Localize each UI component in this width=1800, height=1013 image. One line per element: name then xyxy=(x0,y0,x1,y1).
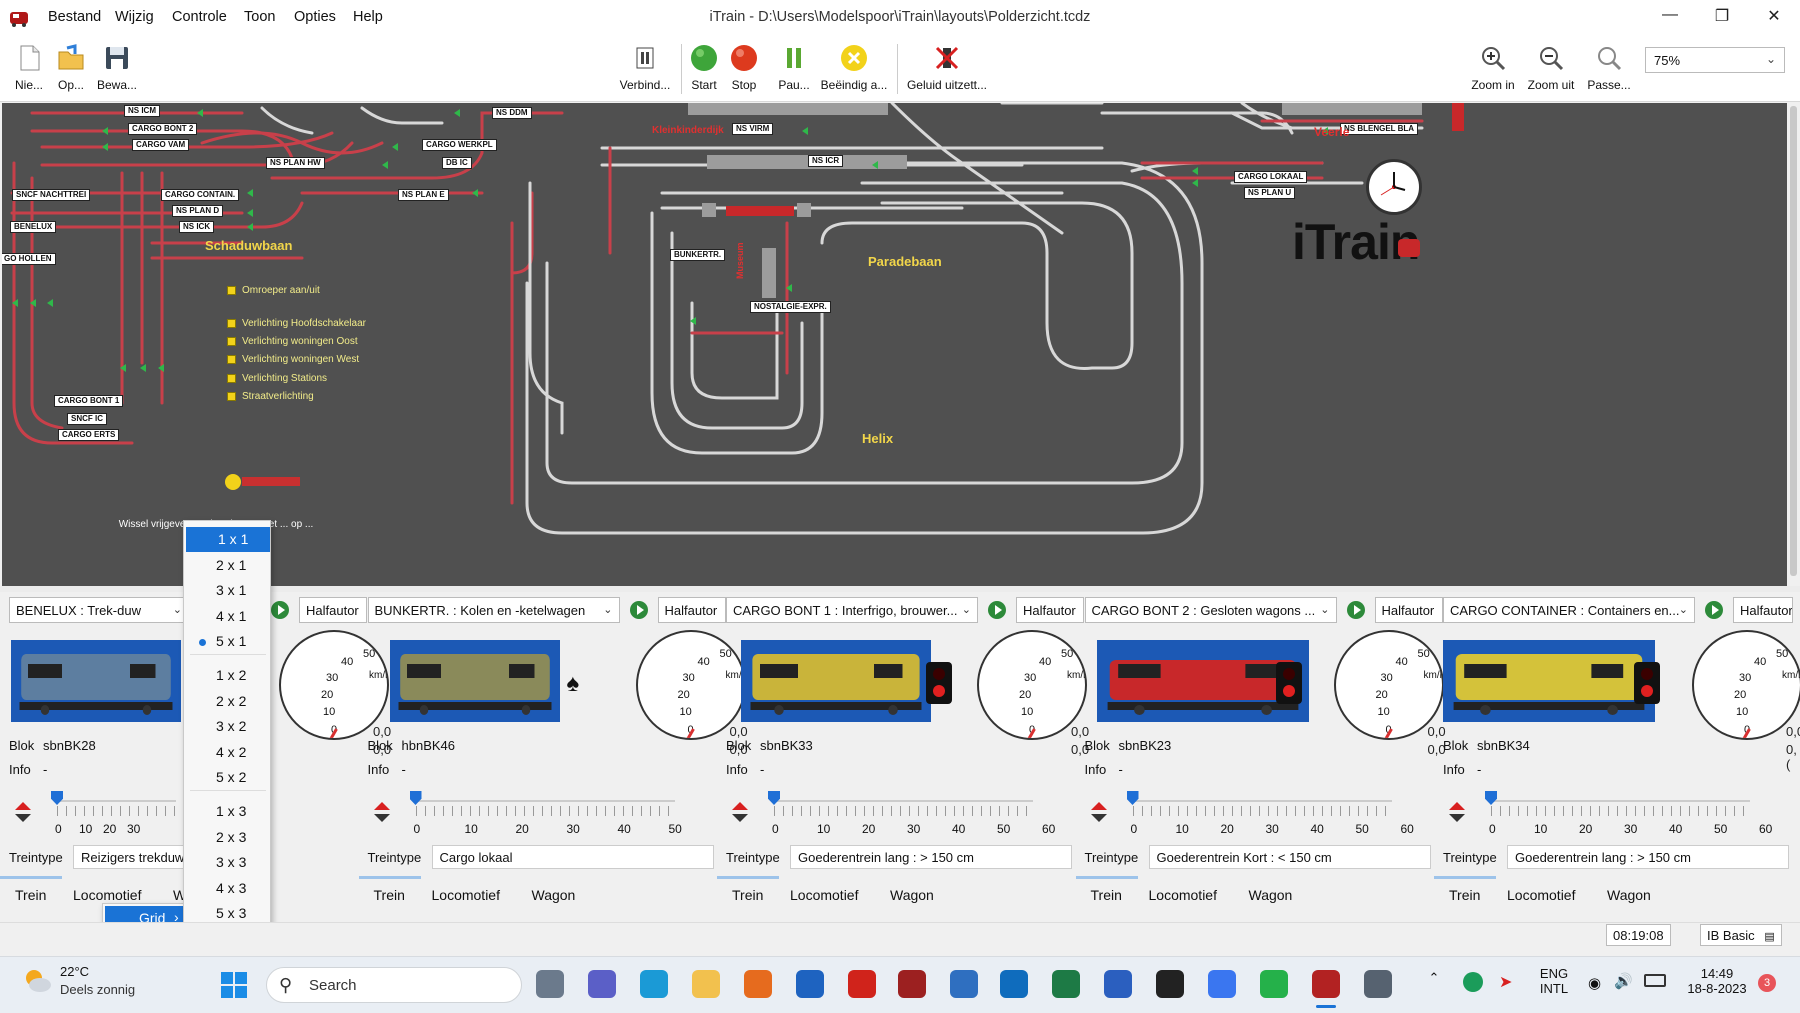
defender-icon[interactable] xyxy=(796,970,824,998)
whatsapp-icon[interactable] xyxy=(1260,970,1288,998)
terminal-icon[interactable] xyxy=(1156,970,1184,998)
volume-icon[interactable]: 🔊 xyxy=(1614,972,1633,990)
clock-date: 18-8-2023 xyxy=(1687,981,1747,996)
keyboard-layout: INTL xyxy=(1539,981,1569,996)
excel-icon[interactable] xyxy=(1052,970,1080,998)
taskbar-apps xyxy=(0,0,1800,1013)
itrain-active-icon[interactable] xyxy=(1312,970,1340,998)
language-code: ENG xyxy=(1539,966,1569,981)
task-view-icon[interactable] xyxy=(536,970,564,998)
file-explorer-icon[interactable] xyxy=(692,970,720,998)
active-app-indicator xyxy=(1316,1005,1336,1008)
battery-icon[interactable] xyxy=(1644,974,1666,987)
notification-badge[interactable]: 3 xyxy=(1758,974,1776,992)
wifi-icon[interactable]: ◉ xyxy=(1588,974,1601,992)
settings-icon[interactable] xyxy=(1364,970,1392,998)
signal-icon[interactable] xyxy=(1208,970,1236,998)
security-tray-icon[interactable] xyxy=(1463,972,1483,992)
mail-icon[interactable] xyxy=(950,970,978,998)
firefox-icon[interactable] xyxy=(744,970,772,998)
tray-overflow-icon[interactable]: ⌃ xyxy=(1424,970,1444,986)
pdf-reader-icon[interactable] xyxy=(848,970,876,998)
language-indicator[interactable]: ENG INTL xyxy=(1534,966,1574,996)
teams-chat-icon[interactable] xyxy=(588,970,616,998)
clock-time: 14:49 xyxy=(1700,966,1734,981)
word-icon[interactable] xyxy=(1104,970,1132,998)
location-tray-icon[interactable]: ➤ xyxy=(1499,972,1519,992)
itrain-taskbar-icon[interactable] xyxy=(898,970,926,998)
outlook-icon[interactable] xyxy=(1000,970,1028,998)
taskbar-clock[interactable]: 14:49 18-8-2023 xyxy=(1676,966,1758,996)
edge-icon[interactable] xyxy=(640,970,668,998)
